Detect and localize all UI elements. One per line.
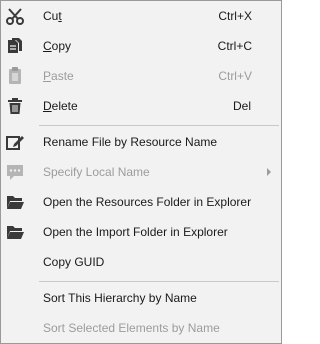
menu-item-label: Open the Import Folder in Explorer [43,225,228,239]
speech-bubble-icon [5,162,25,182]
menu-item-label: Rename File by Resource Name [43,135,218,149]
menu-item-label: Copy GUID [43,255,105,269]
menu-item-open-resources-folder[interactable]: Open the Resources Folder in Explorer [1,187,281,217]
menu-item-label: Paste [43,69,74,83]
menu-item-label: Open the Resources Folder in Explorer [43,195,252,209]
copy-icon [5,36,25,56]
menu-item-rename-file[interactable]: Rename File by Resource Name [1,127,281,157]
submenu-arrow-icon [267,168,271,176]
menu-item-sort-selected: Sort Selected Elements by Name [1,313,281,343]
folder-open-icon [5,192,25,212]
menu-item-label: Cut [43,9,62,23]
menu-item-label: Specify Local Name [43,165,150,179]
shortcut-label: Ctrl+C [217,39,252,53]
menu-item-cut[interactable]: Cut Ctrl+X [1,1,281,31]
menu-item-sort-hierarchy[interactable]: Sort This Hierarchy by Name [1,283,281,313]
menu-item-open-import-folder[interactable]: Open the Import Folder in Explorer [1,217,281,247]
menu-item-copy[interactable]: Copy Ctrl+C [1,31,281,61]
shortcut-label: Del [232,99,251,113]
edit-icon [5,132,25,152]
menu-item-label: Copy [43,39,72,53]
menu-separator [39,125,279,126]
trash-icon [5,96,25,116]
menu-item-label: Sort This Hierarchy by Name [43,291,197,305]
folder-open-icon [5,222,25,242]
menu-item-copy-guid[interactable]: Copy GUID [1,247,281,277]
menu-item-delete[interactable]: Delete Del [1,91,281,121]
scissors-icon [5,6,25,26]
shortcut-label: Ctrl+V [218,69,252,83]
clipboard-icon [5,66,25,86]
menu-item-paste: Paste Ctrl+V [1,61,281,91]
menu-item-label: Sort Selected Elements by Name [43,321,220,335]
menu-item-label: Delete [43,99,78,113]
shortcut-label: Ctrl+X [218,9,252,23]
context-menu: Cut Ctrl+X Copy Ctrl+C Paste Ctrl+V Dele… [0,0,282,344]
menu-item-specify-local-name: Specify Local Name [1,157,281,187]
menu-separator [39,281,279,282]
